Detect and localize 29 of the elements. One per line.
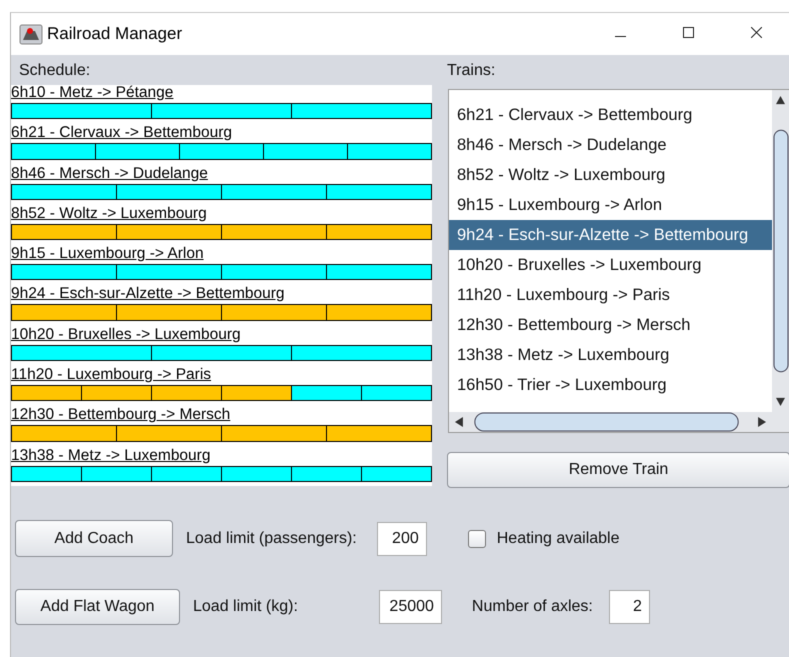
axles-label: Number of axles: <box>472 598 593 616</box>
passenger-limit-field[interactable]: 200 <box>376 522 427 556</box>
axles-field[interactable]: 2 <box>608 590 650 624</box>
schedule-label: Schedule: <box>18 61 92 81</box>
train-name: 6h21 - Clervaux -> Bettembourg <box>11 125 233 142</box>
weight-limit-label: Load limit (kg): <box>193 598 298 616</box>
remove-train-button[interactable]: Remove Train <box>447 452 789 488</box>
weight-limit-field[interactable]: 25000 <box>378 590 442 624</box>
heating-checkbox[interactable] <box>468 530 486 548</box>
heating-label: Heating available <box>496 530 620 548</box>
train-name: 11h20 - Luxembourg -> Paris <box>11 367 212 384</box>
train-name: 13h38 - Metz -> Luxembourg <box>11 448 212 464</box>
train-name: 9h15 - Luxembourg -> Arlon <box>11 246 205 262</box>
train-name: 6h10 - Metz -> Pétange <box>11 85 174 101</box>
vertical-scrollbar[interactable] <box>772 90 789 412</box>
train-name: 12h30 - Bettembourg -> Mersch <box>11 407 232 424</box>
train-name: 9h24 - Esch-sur-Alzette -> Bettembourg <box>11 286 286 302</box>
train-list[interactable] <box>448 89 789 433</box>
horizontal-scrollbar[interactable] <box>449 412 772 432</box>
train-name: 8h46 - Mersch -> Dudelange <box>11 166 209 182</box>
trains-label: Trains: <box>447 61 496 81</box>
app-icon <box>19 23 43 45</box>
train-name: 8h52 - Woltz -> Luxembourg <box>11 206 208 222</box>
passenger-limit-label: Load limit (passengers): <box>186 530 357 548</box>
train-list-item[interactable]: 9h24 - Esch-sur-Alzette -> Bettembourg <box>449 220 772 250</box>
window-title: Railroad Manager <box>47 24 184 44</box>
add-coach-button[interactable]: Add Coach <box>15 520 173 557</box>
add-flat-wagon-button[interactable]: Add Flat Wagon <box>15 589 180 625</box>
train-name: 10h20 - Bruxelles -> Luxembourg <box>11 326 242 343</box>
